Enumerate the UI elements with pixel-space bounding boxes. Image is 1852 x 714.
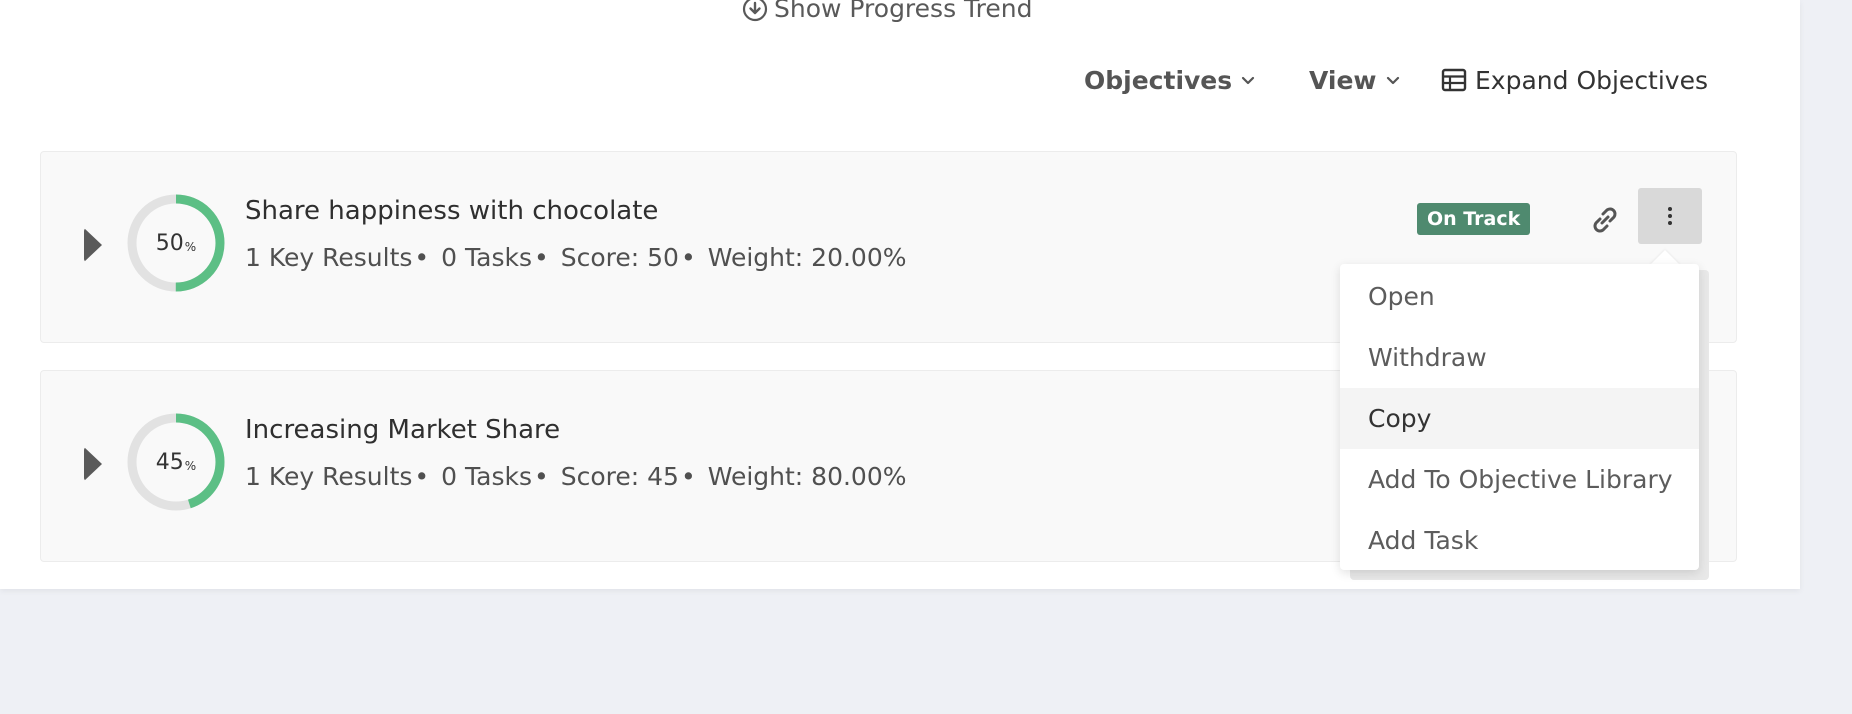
- vertical-ellipsis-icon: [1668, 207, 1672, 211]
- meta-separator: •: [680, 243, 696, 272]
- score-value: Score: 45: [560, 462, 679, 491]
- expand-objectives-label: Expand Objectives: [1475, 65, 1709, 95]
- meta-separator: •: [534, 243, 549, 272]
- progress-value: 50: [155, 230, 184, 256]
- menu-item-open[interactable]: Open: [1340, 266, 1699, 327]
- score-value: Score: 50: [560, 243, 679, 272]
- menu-item-withdraw[interactable]: Withdraw: [1340, 327, 1699, 388]
- menu-item-add-task[interactable]: Add Task: [1340, 510, 1699, 571]
- view-dropdown[interactable]: View: [1309, 60, 1401, 100]
- chevron-down-icon: [1242, 76, 1255, 85]
- download-circle-icon: [742, 0, 768, 21]
- progress-value: 45: [155, 449, 184, 475]
- caret-right-icon[interactable]: [84, 228, 102, 262]
- menu-item-add-to-objective-library[interactable]: Add To Objective Library: [1340, 449, 1699, 510]
- menu-item-copy[interactable]: Copy: [1340, 388, 1699, 449]
- objective-title[interactable]: Increasing Market Share: [245, 415, 560, 445]
- objectives-dropdown-label: Objectives: [1084, 65, 1233, 95]
- show-progress-trend-button[interactable]: Show Progress Trend: [742, 0, 1032, 23]
- weight-value: Weight: 80.00%: [707, 462, 907, 491]
- tasks-count: 0 Tasks: [441, 243, 532, 272]
- progress-percent: 50%: [125, 192, 227, 294]
- table-icon: [1441, 68, 1467, 92]
- objective-title[interactable]: Share happiness with chocolate: [245, 196, 658, 226]
- meta-separator: •: [680, 462, 696, 491]
- objectives-dropdown[interactable]: Objectives: [1084, 60, 1256, 100]
- key-results-count: 1 Key Results: [245, 462, 413, 491]
- context-menu: Open Withdraw Copy Add To Objective Libr…: [1340, 264, 1699, 570]
- meta-separator: •: [414, 462, 430, 491]
- objective-meta: 1 Key Results • 0 Tasks • Score: 45 • We…: [245, 462, 907, 491]
- context-menu-arrow: [1650, 250, 1680, 265]
- more-actions-button[interactable]: [1638, 188, 1702, 244]
- meta-separator: •: [534, 462, 549, 491]
- objective-meta: 1 Key Results • 0 Tasks • Score: 50 • We…: [245, 243, 907, 272]
- progress-percent: 45%: [125, 411, 227, 513]
- weight-value: Weight: 20.00%: [707, 243, 907, 272]
- caret-right-icon[interactable]: [84, 447, 102, 481]
- show-progress-trend-label: Show Progress Trend: [774, 0, 1033, 23]
- key-results-count: 1 Key Results: [245, 243, 413, 272]
- tasks-count: 0 Tasks: [441, 462, 532, 491]
- expand-objectives-button[interactable]: Expand Objectives: [1441, 60, 1708, 100]
- meta-separator: •: [414, 243, 430, 272]
- link-icon[interactable]: [1587, 202, 1623, 238]
- chevron-down-icon: [1386, 76, 1399, 85]
- view-dropdown-label: View: [1309, 65, 1377, 95]
- status-badge: On Track: [1417, 203, 1531, 235]
- progress-unit: %: [184, 239, 197, 254]
- progress-unit: %: [184, 458, 197, 473]
- objectives-panel: Show Progress Trend Objectives View Expa…: [0, 0, 1800, 589]
